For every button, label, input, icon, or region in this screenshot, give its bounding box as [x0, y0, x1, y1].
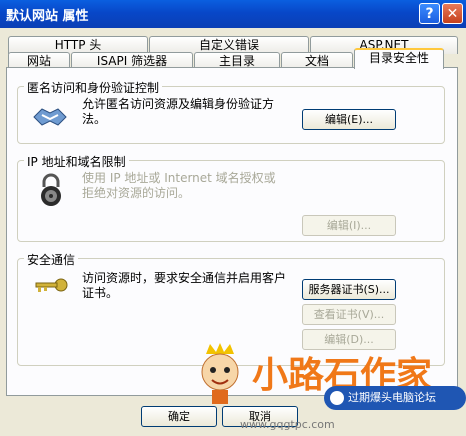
- watermark-tag-text: 过期爆头电脑论坛: [348, 391, 436, 404]
- cartoon-mascot-icon: [201, 343, 239, 404]
- handshake-icon: [33, 108, 67, 126]
- close-button[interactable]: ✕: [442, 3, 463, 24]
- watermark-url: www.gqgtpc.com: [240, 418, 335, 431]
- ip-restrictions-group: IP 地址和域名限制 使用 IP 地址或 Internet 域名授权或 拒绝对资…: [17, 153, 445, 242]
- key-icon: [35, 278, 68, 292]
- anon-auth-edit-button[interactable]: 编辑(E)...: [302, 109, 396, 130]
- title-bar: 默认网站 属性 ? ✕: [0, 0, 466, 28]
- secure-comms-text-2: 证书。: [82, 286, 119, 300]
- ip-restrictions-description: 使用 IP 地址或 Internet 域名授权或 拒绝对资源的访问。: [82, 171, 308, 201]
- window-title: 默认网站 属性: [6, 9, 89, 24]
- help-button[interactable]: ?: [419, 3, 440, 24]
- ip-restrictions-text-1: 使用 IP 地址或 Internet 域名授权或: [82, 171, 276, 185]
- ip-restrictions-legend: IP 地址和域名限制: [24, 153, 129, 170]
- padlock-icon: [41, 173, 61, 206]
- anon-auth-text-2: 法。: [82, 112, 107, 126]
- view-certificate-button[interactable]: 查看证书(V)...: [302, 304, 396, 325]
- anon-auth-description: 允许匿名访问资源及编辑身份验证方 法。: [82, 97, 308, 127]
- ip-restrictions-edit-button[interactable]: 编辑(I)...: [302, 215, 396, 236]
- secure-comms-text-1: 访问资源时，要求安全通信并启用客户: [82, 271, 287, 285]
- globe-icon: [330, 391, 344, 405]
- server-certificate-button[interactable]: 服务器证书(S)...: [302, 279, 396, 300]
- anon-auth-legend: 匿名访问和身份验证控制: [24, 79, 163, 96]
- secure-comms-legend: 安全通信: [24, 251, 79, 268]
- watermark: 小路石作家 www.gqgtpc.com 过期爆头电脑论坛: [190, 340, 466, 436]
- watermark-tag: 过期爆头电脑论坛: [324, 386, 466, 410]
- ip-restrictions-text-2: 拒绝对资源的访问。: [82, 186, 191, 200]
- anon-auth-text-1: 允许匿名访问资源及编辑身份验证方: [82, 97, 275, 111]
- secure-comms-description: 访问资源时，要求安全通信并启用客户 证书。: [82, 271, 308, 301]
- anon-auth-group: 匿名访问和身份验证控制 允许匿名访问资源及编辑身份验证方 法。 编辑(E)...: [17, 79, 445, 144]
- tab-directory-security[interactable]: 目录安全性: [354, 48, 444, 69]
